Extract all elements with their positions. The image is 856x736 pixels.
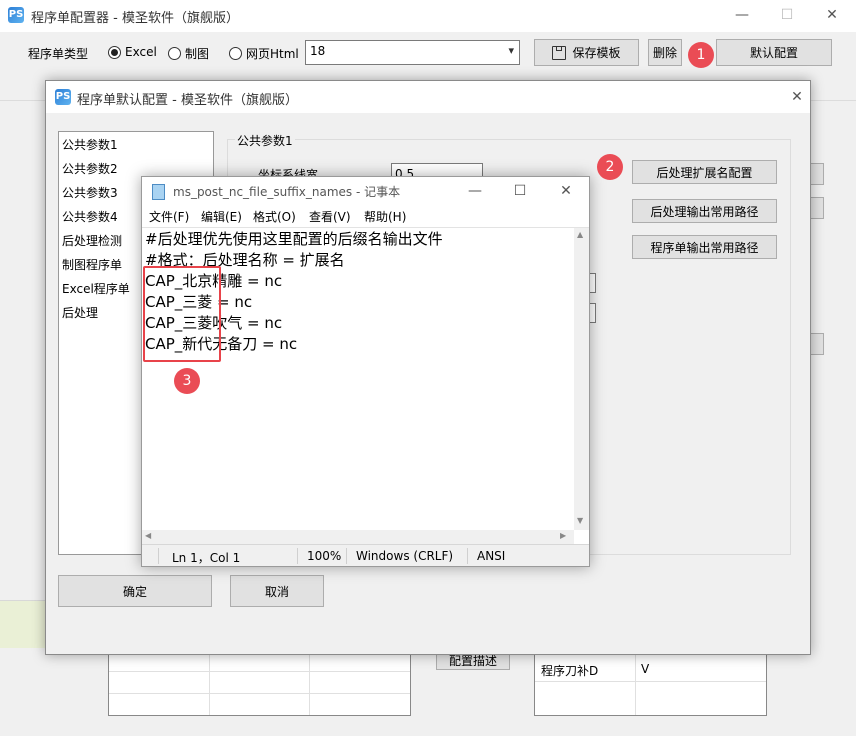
default-config-button[interactable]: 默认配置 [716, 39, 832, 66]
radio-drawing[interactable]: 制图 [168, 45, 209, 62]
post-output-path-button[interactable]: 后处理输出常用路径 [632, 199, 777, 223]
type-label: 程序单类型 [28, 47, 89, 61]
notepad-minimize-icon[interactable]: — [460, 181, 490, 201]
maximize-icon[interactable]: ☐ [772, 5, 802, 25]
radio-excel-label: Excel [125, 45, 157, 59]
list-item[interactable]: 公共参数2 [62, 160, 118, 177]
main-panel-left [0, 600, 46, 648]
main-titlebar: PS 程序单配置器 - 模圣软件（旗舰版） — ☐ ✕ [0, 0, 856, 32]
radio-drawing-label: 制图 [185, 47, 210, 61]
scroll-left-icon[interactable]: ◀ [145, 531, 151, 540]
radio-excel[interactable]: Excel [108, 45, 157, 59]
list-item[interactable]: 后处理检测 [62, 232, 122, 249]
vertical-scrollbar[interactable]: ▲ ▼ [574, 228, 589, 530]
list-item[interactable]: 后处理 [62, 304, 98, 321]
main-window-title: 程序单配置器 - 模圣软件（旗舰版） [31, 11, 239, 26]
save-template-label: 保存模板 [572, 46, 621, 60]
main-right-btn-2[interactable] [810, 197, 824, 219]
save-icon [552, 45, 567, 60]
notepad-icon [152, 184, 165, 200]
menu-help[interactable]: 帮助(H) [364, 208, 406, 225]
dialog-title: 程序单默认配置 - 模圣软件（旗舰版） [77, 93, 298, 108]
post-suffix-config-button[interactable]: 后处理扩展名配置 [632, 160, 777, 184]
radio-circle-icon [168, 47, 181, 60]
minimize-icon[interactable]: — [727, 5, 757, 25]
dialog-close-icon[interactable]: ✕ [782, 87, 812, 107]
main-table-right: 程序刀补D V [534, 648, 767, 716]
ok-button[interactable]: 确定 [58, 575, 212, 607]
menu-edit[interactable]: 编辑(E) [201, 208, 242, 225]
list-item[interactable]: 公共参数3 [62, 184, 118, 201]
save-template-button[interactable]: 保存模板 [534, 39, 639, 66]
main-right-btn-1[interactable] [810, 163, 824, 185]
list-item[interactable]: 公共参数4 [62, 208, 118, 225]
scroll-down-icon[interactable]: ▼ [577, 516, 583, 525]
main-table-left [108, 648, 411, 716]
radio-circle-icon [229, 47, 242, 60]
radio-circle-icon [108, 45, 121, 59]
list-item[interactable]: Excel程序单 [62, 280, 130, 297]
close-icon[interactable]: ✕ [817, 5, 847, 25]
table-row-label: 程序刀补D [541, 664, 599, 678]
notepad-close-icon[interactable]: ✕ [551, 181, 581, 201]
dialog-logo-icon: PS [55, 89, 71, 105]
cancel-button[interactable]: 取消 [230, 575, 324, 607]
group-title: 公共参数1 [235, 132, 295, 149]
list-item[interactable]: 制图程序单 [62, 256, 122, 273]
status-zoom: 100% [307, 549, 342, 563]
template-select-value: 18 [310, 44, 326, 58]
template-select[interactable]: 18 ▾ [305, 40, 520, 65]
table-row-value: V [641, 662, 650, 676]
delete-button[interactable]: 删除 [648, 39, 682, 66]
annotation-badge-1: 1 [688, 42, 714, 68]
menu-view[interactable]: 查看(V) [309, 208, 351, 225]
dialog-titlebar: PS 程序单默认配置 - 模圣软件（旗舰版） ✕ [46, 81, 810, 113]
radio-dot-icon [111, 48, 118, 56]
text-line[interactable]: #后处理优先使用这里配置的后缀名输出文件 [145, 228, 443, 249]
scroll-up-icon[interactable]: ▲ [577, 230, 583, 239]
status-eol: Windows (CRLF) [356, 549, 454, 563]
menu-file[interactable]: 文件(F) [149, 208, 189, 225]
app-logo-icon: PS [8, 7, 24, 23]
annotation-badge-3: 3 [174, 368, 200, 394]
scroll-right-icon[interactable]: ▶ [560, 531, 566, 540]
radio-html[interactable]: 网页Html [229, 45, 299, 62]
status-encoding: ANSI [477, 549, 506, 563]
menu-format[interactable]: 格式(O) [253, 208, 296, 225]
list-item[interactable]: 公共参数1 [62, 136, 118, 153]
main-right-btn-3[interactable] [810, 333, 824, 355]
notepad-maximize-icon[interactable]: ☐ [505, 181, 535, 201]
program-output-path-button[interactable]: 程序单输出常用路径 [632, 235, 777, 259]
radio-html-label: 网页Html [246, 47, 299, 61]
status-position: Ln 1，Col 1 [172, 551, 241, 565]
notepad-title: ms_post_nc_file_suffix_names - 记事本 [173, 185, 401, 199]
chevron-down-icon: ▾ [508, 44, 514, 57]
highlight-box [143, 266, 221, 362]
horizontal-scrollbar[interactable]: ◀ ▶ [142, 530, 574, 544]
annotation-badge-2: 2 [597, 154, 623, 180]
